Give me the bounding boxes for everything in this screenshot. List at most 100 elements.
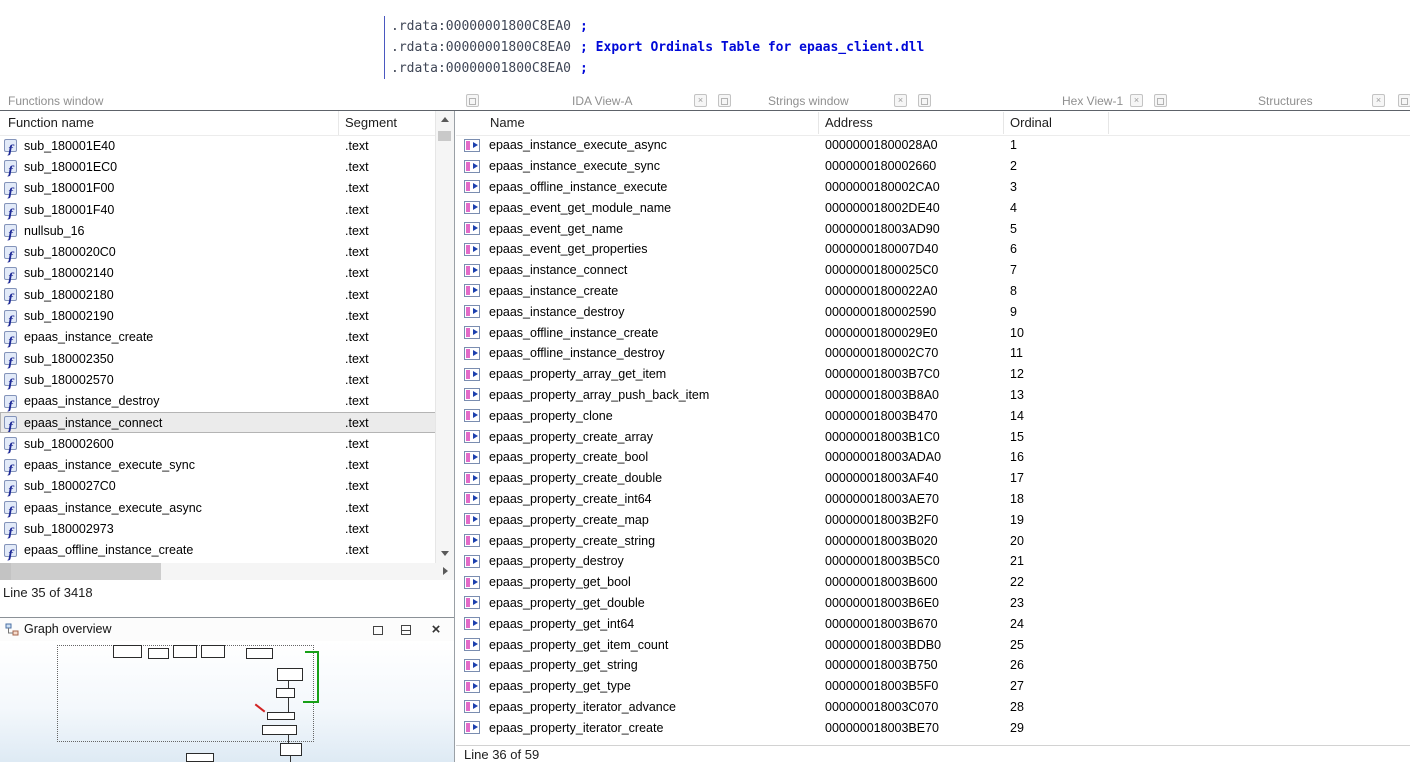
disassembly-listing[interactable]: .rdata:00000001800C8EA0;.rdata:000000018… [384, 16, 924, 79]
column-segment[interactable]: Segment [345, 115, 397, 130]
export-row[interactable]: epaas_property_create_array000000018003B… [456, 426, 1216, 447]
export-ordinal: 27 [1010, 679, 1024, 693]
strings-close-icon[interactable]: × [894, 94, 907, 107]
export-row[interactable]: epaas_instance_execute_sync0000000180002… [456, 156, 1216, 177]
export-row[interactable]: epaas_instance_execute_async000000018000… [456, 135, 1216, 156]
functions-window-tab[interactable]: Functions window [8, 94, 103, 108]
export-row[interactable]: epaas_event_get_name000000018003AD905 [456, 218, 1216, 239]
export-row[interactable]: epaas_property_get_type000000018003B5F02… [456, 676, 1216, 697]
function-row[interactable]: epaas_instance_execute_sync.text [0, 454, 436, 475]
function-row[interactable]: sub_180002973.text [0, 518, 436, 539]
functions-horizontal-scrollbar[interactable] [0, 563, 454, 580]
graph-overview-titlebar[interactable]: Graph overview × [0, 617, 454, 643]
ida-view-window-icon[interactable] [466, 94, 479, 107]
hex-view-window-icon[interactable] [918, 94, 931, 107]
graph-overview-canvas[interactable] [0, 641, 454, 762]
function-row[interactable]: sub_180002140.text [0, 263, 436, 284]
export-row[interactable]: epaas_property_array_get_item00000001800… [456, 364, 1216, 385]
scrollbar-thumb[interactable] [438, 131, 451, 141]
function-row[interactable]: epaas_offline_instance_create.text [0, 540, 436, 561]
function-row[interactable]: sub_180001EC0.text [0, 156, 436, 177]
export-row[interactable]: epaas_property_clone000000018003B47014 [456, 405, 1216, 426]
export-row[interactable]: epaas_property_create_bool000000018003AD… [456, 447, 1216, 468]
structures-window-icon[interactable] [1154, 94, 1167, 107]
export-row[interactable]: epaas_property_get_int64000000018003B670… [456, 613, 1216, 634]
function-row[interactable]: epaas_instance_execute_async.text [0, 497, 436, 518]
export-row[interactable]: epaas_property_get_double000000018003B6E… [456, 593, 1216, 614]
function-row[interactable]: sub_180001F00.text [0, 178, 436, 199]
export-row[interactable]: epaas_property_iterator_advance000000018… [456, 697, 1216, 718]
function-icon [4, 267, 17, 280]
close-icon[interactable]: × [428, 622, 444, 638]
export-row[interactable]: epaas_property_iterator_create0000000180… [456, 717, 1216, 738]
export-row[interactable]: epaas_event_get_properties0000000180007D… [456, 239, 1216, 260]
function-row[interactable]: epaas_instance_connect.text [0, 412, 436, 433]
column-separator [818, 112, 819, 134]
function-icon [4, 182, 17, 195]
export-ordinal: 24 [1010, 617, 1024, 631]
function-row[interactable]: sub_180002190.text [0, 305, 436, 326]
export-row[interactable]: epaas_property_get_item_count00000001800… [456, 634, 1216, 655]
function-row[interactable]: epaas_instance_destroy.text [0, 391, 436, 412]
export-row[interactable]: epaas_property_array_push_back_item00000… [456, 385, 1216, 406]
export-row[interactable]: epaas_property_get_string000000018003B75… [456, 655, 1216, 676]
scroll-right-icon[interactable] [443, 567, 448, 575]
function-name: epaas_instance_destroy [24, 394, 160, 408]
export-icon [464, 576, 480, 589]
column-ordinal[interactable]: Ordinal [1010, 115, 1052, 130]
tab-strings-window[interactable]: Strings window [768, 94, 849, 108]
export-row[interactable]: epaas_instance_connect00000001800025C07 [456, 260, 1216, 281]
function-name: epaas_instance_create [24, 330, 153, 344]
structures-close-icon[interactable]: × [1372, 94, 1385, 107]
edge-window-icon[interactable] [1398, 94, 1410, 107]
export-icon [464, 222, 480, 235]
export-row[interactable]: epaas_property_create_map000000018003B2F… [456, 509, 1216, 530]
export-name: epaas_property_create_int64 [489, 492, 652, 506]
export-row[interactable]: epaas_property_create_string000000018003… [456, 530, 1216, 551]
function-row[interactable]: sub_180002570.text [0, 369, 436, 390]
scroll-up-icon[interactable] [441, 117, 449, 122]
tab-hex-view[interactable]: Hex View-1 [1062, 94, 1123, 108]
function-row[interactable]: sub_180002350.text [0, 348, 436, 369]
export-row[interactable]: epaas_instance_destroy00000001800025909 [456, 301, 1216, 322]
function-row[interactable]: sub_1800020C0.text [0, 241, 436, 262]
graph-node [201, 645, 225, 658]
function-row[interactable]: nullsub_16.text [0, 220, 436, 241]
tab-ida-view[interactable]: IDA View-A [572, 94, 632, 108]
export-row[interactable]: epaas_property_create_double000000018003… [456, 468, 1216, 489]
column-name[interactable]: Name [490, 115, 525, 130]
column-address[interactable]: Address [825, 115, 873, 130]
scrollbar-thumb[interactable] [11, 563, 161, 580]
export-row[interactable]: epaas_property_create_int64000000018003A… [456, 489, 1216, 510]
export-address: 000000018003AD90 [825, 222, 940, 236]
function-row[interactable]: epaas_instance_create.text [0, 327, 436, 348]
function-row[interactable]: sub_180001E40.text [0, 135, 436, 156]
strings-window-icon[interactable] [718, 94, 731, 107]
function-row[interactable]: sub_180001F40.text [0, 199, 436, 220]
function-row[interactable]: sub_180002600.text [0, 433, 436, 454]
export-row[interactable]: epaas_offline_instance_execute0000000180… [456, 177, 1216, 198]
export-name: epaas_property_create_double [489, 471, 662, 485]
column-function-name[interactable]: Function name [8, 115, 94, 130]
export-row[interactable]: epaas_offline_instance_destroy0000000180… [456, 343, 1216, 364]
tab-structures[interactable]: Structures [1258, 94, 1313, 108]
restore-window-icon[interactable] [370, 622, 386, 638]
function-row[interactable]: sub_1800027C0.text [0, 476, 436, 497]
export-row[interactable]: epaas_instance_create00000001800022A08 [456, 281, 1216, 302]
export-row[interactable]: epaas_property_get_bool000000018003B6002… [456, 572, 1216, 593]
export-row[interactable]: epaas_offline_instance_create00000001800… [456, 322, 1216, 343]
scroll-down-icon[interactable] [441, 551, 449, 556]
functions-vertical-scrollbar[interactable] [435, 111, 454, 563]
export-address: 00000001800025C0 [825, 263, 938, 277]
export-name: epaas_property_get_int64 [489, 617, 634, 631]
function-segment: .text [345, 181, 369, 195]
export-row[interactable]: epaas_property_destroy000000018003B5C021 [456, 551, 1216, 572]
hex-view-close-icon[interactable]: × [1130, 94, 1143, 107]
float-window-icon[interactable] [398, 622, 414, 638]
function-row[interactable]: sub_180002180.text [0, 284, 436, 305]
export-address: 0000000180002CA0 [825, 180, 940, 194]
scroll-left-button[interactable] [0, 563, 11, 580]
ida-view-close-icon[interactable]: × [694, 94, 707, 107]
export-arrow-icon [473, 225, 478, 231]
export-row[interactable]: epaas_event_get_module_name000000018002D… [456, 197, 1216, 218]
